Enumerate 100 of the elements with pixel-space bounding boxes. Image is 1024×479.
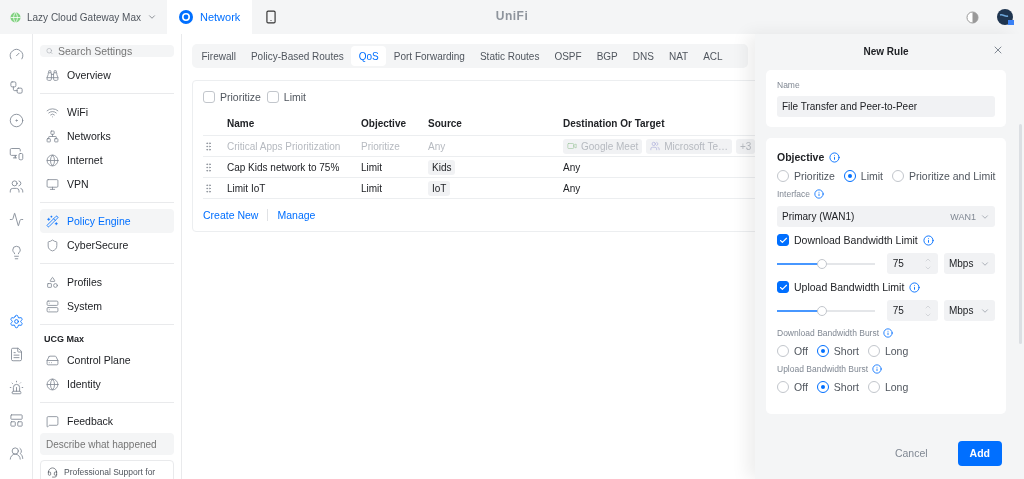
contrast-icon[interactable] [966,10,979,24]
info-icon[interactable] [883,328,894,338]
table-cell: Cap Kids network to 75% [227,157,361,178]
table-cell: Any [563,161,581,173]
column-header: Source [428,118,563,136]
settings-icon[interactable] [8,313,24,329]
globe-icon [46,153,59,167]
tab[interactable]: ACL [695,46,731,66]
avatar-icon[interactable] [997,8,1014,26]
column-header: Objective [361,118,428,136]
radio-label: Off [794,381,808,393]
add-button[interactable]: Add [957,440,1002,466]
close-button[interactable] [992,44,1004,56]
drag-handle-icon[interactable] [203,182,214,194]
drag-handle-icon[interactable] [203,140,214,152]
tab[interactable]: DNS [625,46,662,66]
table-cell: Any [428,140,446,152]
info-icon[interactable] [909,281,921,293]
network-icon [46,129,59,143]
info-icon[interactable] [814,189,825,199]
sidebar-item[interactable]: Policy Engine [40,209,174,233]
info-icon[interactable] [872,364,883,374]
sidebar-item[interactable]: CyberSecure [40,233,174,257]
users-icon[interactable] [8,445,24,461]
checkbox[interactable] [266,91,279,103]
sidebar-item[interactable]: Feedback [40,409,174,433]
app-tab[interactable]: Network [166,0,253,34]
headset-icon [47,466,58,478]
tab[interactable]: QoS [351,46,387,66]
sidebar-item[interactable]: Networks [40,124,174,148]
drive-icon [46,353,59,367]
info-icon[interactable] [922,234,934,246]
radio-label: Prioritize and Limit [909,170,996,182]
sidebar-item[interactable]: VPN [40,172,174,196]
layout-icon[interactable] [8,412,24,428]
tab[interactable]: NAT [661,46,696,66]
source-tag: IoT [428,180,451,196]
checkbox[interactable] [777,234,789,246]
site-selector[interactable]: Lazy Cloud Gateway Max [0,0,167,34]
objective-heading: Objective [777,151,825,163]
table-cell: Limit IoT [227,178,361,199]
tab[interactable]: Static Routes [472,46,547,66]
name-field[interactable]: File Transfer and Peer-to-Peer [777,96,995,117]
tab[interactable]: BGP [589,46,626,66]
target-icon[interactable] [8,112,24,128]
document-icon[interactable] [8,346,24,362]
topology-icon[interactable] [8,79,24,95]
radio-label: Long [884,381,909,393]
interface-select[interactable]: Primary (WAN1) WAN1 [777,206,995,227]
number-field[interactable]: 75 [886,253,938,274]
gauge-icon[interactable] [8,46,24,62]
search-field[interactable]: Search Settings [40,45,174,57]
table-cell: Prioritize [361,136,428,157]
sidebar-item[interactable]: Internet [40,148,174,172]
close-icon [992,44,1004,56]
source-tag: Kids [428,159,456,175]
slider-thumb[interactable] [817,258,827,269]
sidebar-item[interactable]: System [40,294,174,318]
shield-icon [46,238,59,252]
wave-icon[interactable] [8,211,24,227]
field-label: Interface [777,189,811,199]
section-heading: UCG Max [43,333,85,346]
sidebar-item[interactable]: WiFi [40,100,174,124]
tab[interactable]: Firewall [194,46,244,66]
wifi-icon [46,105,59,119]
app-tag: Google Meet [563,138,643,154]
radio-label: Short [833,381,859,393]
action-link[interactable]: Create New [203,209,268,221]
tab[interactable]: Port Forwarding [386,46,473,66]
action-link[interactable]: Manage [267,209,325,221]
unit-select[interactable]: Mbps [943,300,995,321]
number-field[interactable]: 75 [886,300,938,321]
feedback-field[interactable]: Describe what happened [40,433,174,455]
clients-icon[interactable] [8,178,24,194]
radio-label: Limit [860,170,883,182]
unit-select[interactable]: Mbps [943,253,995,274]
monitor-icon [46,177,59,191]
slider-thumb[interactable] [817,305,827,316]
drawer-title: New Rule [863,45,909,57]
radio-label: Prioritize [794,170,835,182]
field-label: Name [777,80,801,90]
radio-label: Off [794,345,808,357]
field-label: Download Bandwidth Burst [777,328,880,338]
checkbox[interactable] [777,281,789,293]
alarm-icon[interactable] [8,379,24,395]
support-card[interactable]: Professional Support for [40,460,174,479]
field-label: Upload Bandwidth Burst [777,364,869,374]
checkbox-label: Upload Bandwidth Limit [794,281,905,293]
sidebar-item[interactable]: Profiles [40,270,174,294]
tab[interactable]: OSPF [546,46,590,66]
sidebar-item[interactable]: Identity [40,372,174,396]
people-icon [650,141,661,151]
sidebar-item[interactable]: Overview [40,63,174,87]
sidebar-item[interactable]: Control Plane [40,348,174,372]
devices-icon[interactable] [8,145,24,161]
logo: UniFi [495,9,529,23]
drag-handle-icon[interactable] [203,161,214,173]
checkbox[interactable] [203,91,215,103]
info-icon[interactable] [829,151,841,163]
tab[interactable]: Policy-Based Routes [243,46,352,66]
